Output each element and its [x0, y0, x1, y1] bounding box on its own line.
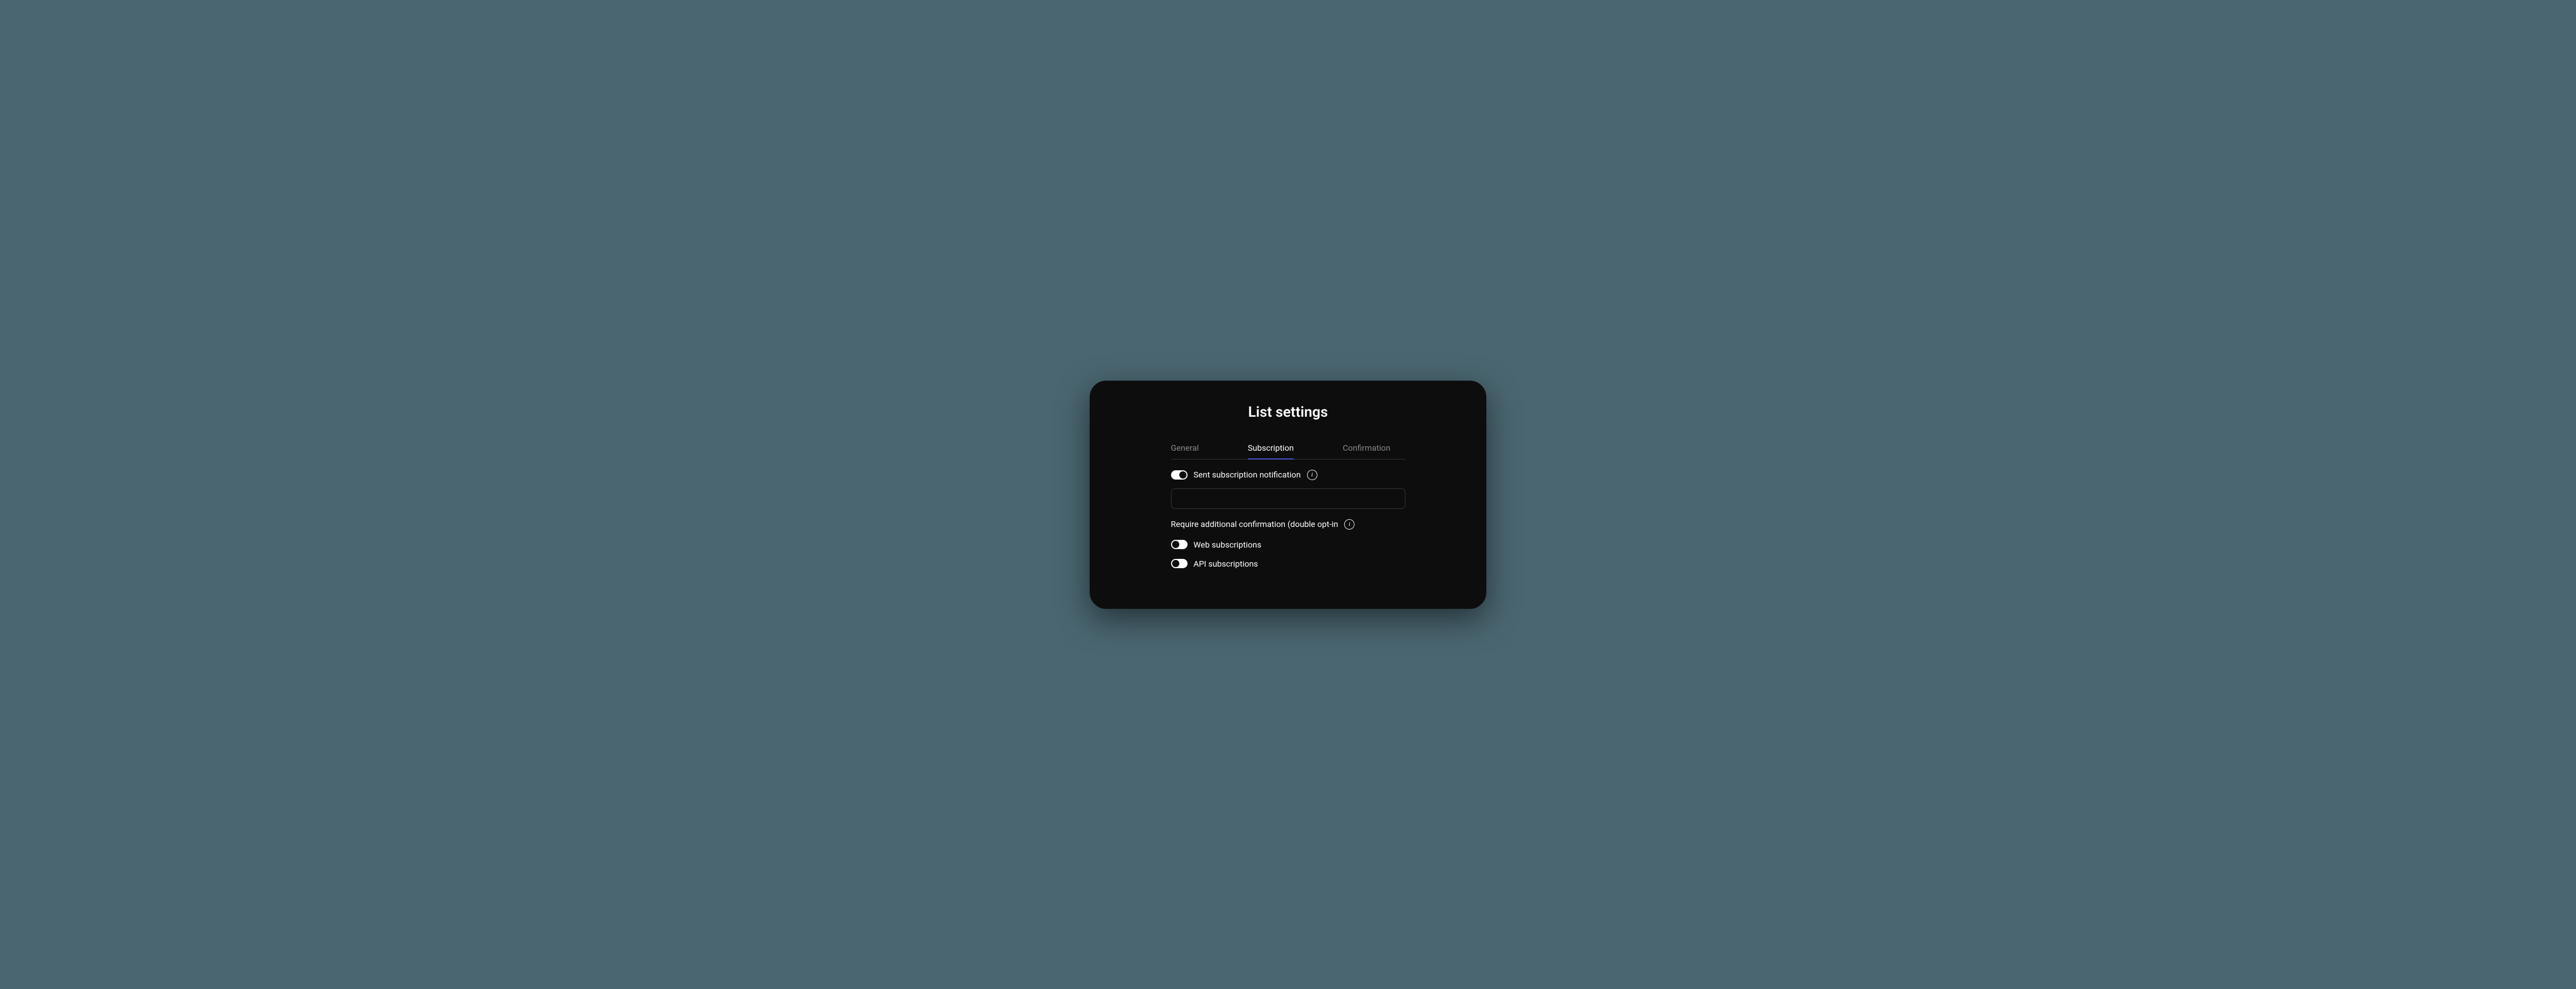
content-area: General Subscription Confirmation Sent s…	[1171, 443, 1405, 569]
notification-row: Sent subscription notification i	[1171, 470, 1405, 480]
settings-panel: List settings General Subscription Confi…	[1090, 381, 1486, 609]
page-title: List settings	[1121, 403, 1455, 420]
notification-label: Sent subscription notification	[1194, 470, 1301, 480]
double-optin-row: Require additional confirmation (double …	[1171, 519, 1405, 530]
info-icon[interactable]: i	[1344, 519, 1354, 530]
tab-confirmation[interactable]: Confirmation	[1343, 443, 1390, 459]
notification-toggle[interactable]	[1171, 470, 1188, 480]
web-subscriptions-toggle[interactable]	[1171, 540, 1188, 549]
info-icon[interactable]: i	[1307, 470, 1317, 480]
double-optin-label: Require additional confirmation (double …	[1171, 519, 1338, 529]
api-subscriptions-label: API subscriptions	[1194, 559, 1258, 569]
web-subscriptions-row: Web subscriptions	[1171, 540, 1405, 550]
web-subscriptions-label: Web subscriptions	[1194, 540, 1262, 550]
api-subscriptions-row: API subscriptions	[1171, 559, 1405, 569]
notification-input[interactable]	[1171, 488, 1405, 509]
api-subscriptions-toggle[interactable]	[1171, 559, 1188, 568]
tab-general[interactable]: General	[1171, 443, 1199, 459]
tabs: General Subscription Confirmation	[1171, 443, 1405, 459]
tab-subscription[interactable]: Subscription	[1248, 443, 1294, 459]
